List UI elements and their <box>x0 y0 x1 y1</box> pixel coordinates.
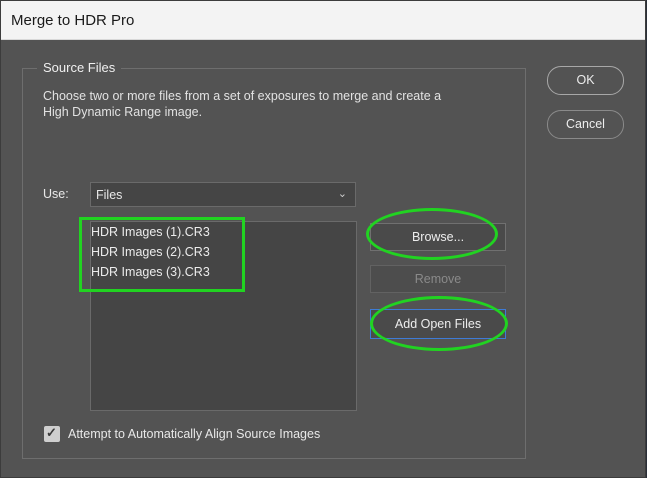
align-images-label[interactable]: Attempt to Automatically Align Source Im… <box>68 427 320 441</box>
chevron-down-icon: ⌄ <box>337 188 347 200</box>
use-dropdown-value: Files <box>96 188 123 202</box>
ok-button[interactable]: OK <box>547 66 624 95</box>
title-bar: Merge to HDR Pro <box>1 1 645 40</box>
merge-to-hdr-dialog: Merge to HDR Pro Source Files Choose two… <box>0 0 646 478</box>
window-title: Merge to HDR Pro <box>11 12 135 29</box>
instructions-text: Choose two or more files from a set of e… <box>43 89 442 119</box>
use-dropdown[interactable]: Files ⌄ <box>90 182 356 207</box>
align-images-checkbox[interactable]: ✓ <box>44 425 60 442</box>
remove-button[interactable]: Remove <box>370 265 506 293</box>
highlight-ellipse-annotation <box>370 296 508 351</box>
checkmark-icon: ✓ <box>46 425 57 440</box>
highlight-ellipse-annotation <box>366 208 498 260</box>
highlight-rectangle-annotation <box>79 217 245 292</box>
cancel-button[interactable]: Cancel <box>547 110 624 139</box>
source-files-label: Source Files <box>37 60 122 75</box>
use-label: Use: <box>43 187 69 201</box>
